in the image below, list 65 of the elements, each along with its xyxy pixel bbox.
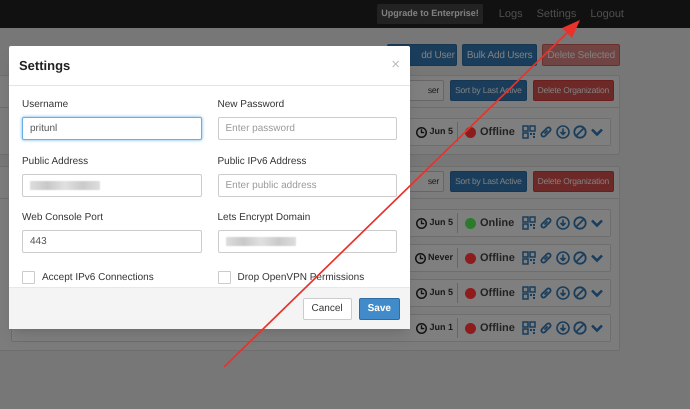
status-text: Offline xyxy=(480,124,516,140)
field-label: Public IPv6 Address xyxy=(218,154,308,168)
ban-icon[interactable] xyxy=(573,321,587,335)
input-field[interactable] xyxy=(22,174,202,196)
input-field[interactable]: Enter password xyxy=(218,117,397,140)
input-field[interactable] xyxy=(218,230,397,253)
status-text: Offline xyxy=(480,250,516,266)
qr-code-icon[interactable] xyxy=(522,251,536,265)
clock-icon xyxy=(416,126,428,138)
qr-code-icon[interactable] xyxy=(522,216,536,230)
input-field[interactable]: 443 xyxy=(22,230,202,253)
last-active-text: Jun 5 xyxy=(429,216,453,230)
download-icon[interactable] xyxy=(556,321,570,335)
redacted-value xyxy=(30,180,100,190)
clock-icon xyxy=(416,218,428,228)
last-active-text: Jun 5 xyxy=(429,286,453,300)
last-active-text: Jun 5 xyxy=(429,125,453,138)
clock-icon xyxy=(414,252,426,264)
field-label: Username xyxy=(22,98,70,112)
organization-button[interactable]: ser xyxy=(408,80,444,101)
ban-icon[interactable] xyxy=(573,125,587,139)
field-label: Lets Encrypt Domain xyxy=(218,211,312,225)
link-icon[interactable] xyxy=(539,251,553,265)
dialog-button[interactable]: Cancel xyxy=(302,298,352,320)
download-icon[interactable] xyxy=(556,216,570,230)
field-label: New Password xyxy=(218,98,286,112)
input-field[interactable]: pritunl xyxy=(22,117,202,140)
input-field[interactable]: Enter public address xyxy=(218,174,397,196)
field-label: Public Address xyxy=(22,154,90,168)
dialog-button[interactable]: Save xyxy=(358,298,400,320)
ban-icon[interactable] xyxy=(573,216,587,230)
last-active-text: Jun 1 xyxy=(429,321,453,334)
link-icon[interactable] xyxy=(539,216,553,230)
organization-button[interactable]: Sort by Last Active xyxy=(450,171,527,192)
checkbox[interactable] xyxy=(22,271,35,284)
download-icon[interactable] xyxy=(556,125,570,139)
field-label: Web Console Port xyxy=(22,211,104,225)
link-icon[interactable] xyxy=(539,125,553,139)
link-icon[interactable] xyxy=(539,321,553,335)
clock-icon xyxy=(416,288,428,298)
dialog-title: Settings xyxy=(19,56,70,75)
last-active-text: Never xyxy=(428,251,453,264)
checkbox-label: Accept IPv6 Connections xyxy=(42,271,154,286)
toolbar-button[interactable]: Bulk Add Users xyxy=(462,44,538,66)
ban-icon[interactable] xyxy=(573,251,587,265)
status-text: Online xyxy=(480,216,516,231)
upgrade-badge[interactable]: Upgrade to Enterprise! xyxy=(377,4,483,24)
nav-link[interactable]: Settings xyxy=(536,6,576,22)
qr-code-icon[interactable] xyxy=(522,125,536,139)
download-icon[interactable] xyxy=(556,286,570,300)
link-icon[interactable] xyxy=(539,286,553,300)
nav-link[interactable]: Logs xyxy=(498,6,523,22)
organization-button[interactable]: ser xyxy=(408,171,444,192)
checkbox[interactable] xyxy=(218,271,230,284)
nav-link[interactable]: Logout xyxy=(590,6,624,22)
status-text: Offline xyxy=(480,286,516,301)
redacted-value xyxy=(226,237,296,246)
qr-code-icon[interactable] xyxy=(522,286,536,300)
organization-button[interactable]: Delete Organization xyxy=(532,80,614,101)
status-text: Offline xyxy=(480,320,516,336)
ban-icon[interactable] xyxy=(573,286,587,300)
organization-button[interactable]: Delete Organization xyxy=(532,171,614,192)
download-icon[interactable] xyxy=(556,251,570,265)
clock-icon xyxy=(416,322,428,334)
qr-code-icon[interactable] xyxy=(522,321,536,335)
